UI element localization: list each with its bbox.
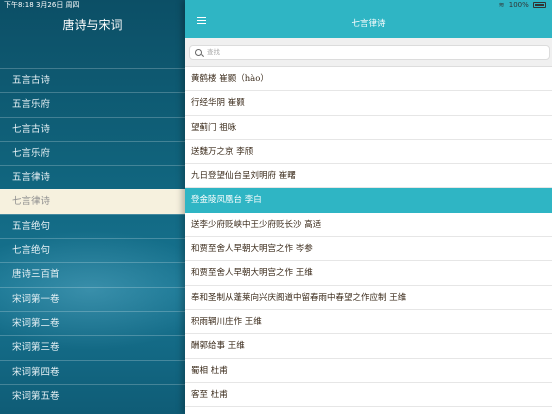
wifi-icon: ≋: [498, 1, 505, 9]
poem-list-item[interactable]: 奉和圣制从蓬莱向兴庆阁道中留春雨中春望之作应制 王维: [185, 286, 552, 310]
poem-list-item[interactable]: 酬郭给事 王维: [185, 334, 552, 359]
search-box[interactable]: [189, 45, 550, 60]
poem-list-item[interactable]: 九日登望仙台呈刘明府 崔曙: [185, 164, 552, 189]
poem-list-item[interactable]: 行经华阴 崔颢: [185, 91, 552, 116]
page-title: 七言律诗: [351, 19, 386, 29]
poem-list-item[interactable]: 望蓟门 祖咏: [185, 116, 552, 140]
poem-list-item[interactable]: 和贾至舍人早朝大明宫之作 岑参: [185, 237, 552, 262]
search-input[interactable]: [207, 46, 537, 59]
sidebar-item[interactable]: 七言乐府: [0, 140, 185, 165]
poem-list-item[interactable]: 客至 杜甫: [185, 383, 552, 408]
sidebar-item[interactable]: 宋词第四卷: [0, 359, 185, 384]
search-icon: [195, 49, 202, 56]
poem-list-item[interactable]: 登金陵凤凰台 李白: [185, 188, 552, 213]
sidebar-item[interactable]: 五言古诗: [0, 68, 185, 92]
sidebar: 唐诗与宋词 五言古诗 五言乐府 七言古诗 七言乐府 五言律诗 七言律诗 五言绝句 七言绝句 唐诗…: [0, 0, 185, 414]
sidebar-title: 唐诗与宋词: [62, 18, 123, 32]
status-time: 下午8:18: [4, 1, 34, 9]
sidebar-item[interactable]: 宋词第一卷: [0, 286, 185, 311]
poem-list-item[interactable]: 蜀相 杜甫: [185, 359, 552, 383]
poem-list-item[interactable]: 送李少府贬峡中王少府贬长沙 高适: [185, 213, 552, 238]
sidebar-item[interactable]: 五言乐府: [0, 92, 185, 116]
poem-list-item[interactable]: 黄鹤楼 崔颢（hào）: [185, 67, 552, 92]
sidebar-list: 五言古诗 五言乐府 七言古诗 七言乐府 五言律诗 七言律诗 五言绝句 七言绝句 唐诗三百首 宋词第…: [0, 68, 185, 408]
poem-list-item[interactable]: 积雨辋川庄作 王维: [185, 310, 552, 335]
status-time-date: 下午8:18 3月26日 周四: [4, 0, 80, 11]
battery-percent: 100%: [508, 1, 529, 9]
poem-list-item[interactable]: 和贾至舍人早朝大明宫之作 王维: [185, 261, 552, 286]
poem-list: 黄鹤楼 崔颢（hào） 行经华阴 崔颢 望蓟门 祖咏 送魏万之京 李颀 九日登望仙台呈刘…: [185, 67, 552, 408]
sidebar-item[interactable]: 五言律诗: [0, 165, 185, 189]
sidebar-item[interactable]: 宋词第五卷: [0, 383, 185, 408]
main-panel: 七言律诗 黄鹤楼 崔颢（hào）行经华阴 崔颢望蓟门 祖咏送魏万之京 李颀九日登…: [185, 0, 552, 414]
sidebar-item[interactable]: 五言绝句: [0, 213, 185, 238]
sidebar-item[interactable]: 唐诗三百首: [0, 262, 185, 286]
status-date: 3月26日 周四: [35, 1, 80, 9]
sidebar-item[interactable]: 宋词第三卷: [0, 335, 185, 359]
sidebar-item[interactable]: 七言绝句: [0, 238, 185, 262]
search-bar: [185, 38, 552, 67]
sidebar-item[interactable]: 宋词第二卷: [0, 310, 185, 335]
sidebar-item[interactable]: 七言古诗: [0, 116, 185, 141]
status-right: ≋ 100%: [499, 0, 546, 11]
poem-list-item[interactable]: 送魏万之京 李颀: [185, 140, 552, 165]
battery-icon: [533, 2, 546, 8]
status-bar: 下午8:18 3月26日 周四 ≋ 100%: [0, 0, 552, 11]
sidebar-item[interactable]: 七言律诗: [0, 189, 185, 214]
